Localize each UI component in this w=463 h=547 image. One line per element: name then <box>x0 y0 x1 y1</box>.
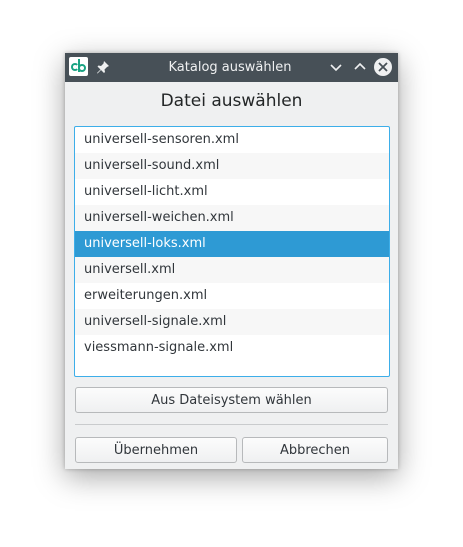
separator <box>75 424 388 425</box>
close-icon[interactable] <box>374 58 392 76</box>
list-item[interactable]: universell.xml <box>75 257 389 283</box>
file-list[interactable]: universell-sensoren.xml universell-sound… <box>74 126 390 377</box>
cancel-button[interactable]: Abbrechen <box>242 437 388 463</box>
window-title: Katalog auswählen <box>168 60 292 75</box>
dialog-window: Katalog auswählen Datei auswählen univer… <box>65 53 398 469</box>
list-item[interactable]: universell-sound.xml <box>75 153 389 179</box>
list-item[interactable]: universell-weichen.xml <box>75 205 389 231</box>
dialog-heading: Datei auswählen <box>160 91 303 111</box>
list-item-selected[interactable]: universell-loks.xml <box>75 231 389 257</box>
list-item[interactable]: universell-licht.xml <box>75 179 389 205</box>
list-item[interactable]: erweiterungen.xml <box>75 283 389 309</box>
list-item[interactable]: universell-sensoren.xml <box>75 127 389 153</box>
title-bar[interactable]: Katalog auswählen <box>65 53 398 82</box>
chevron-up-icon[interactable] <box>351 58 369 76</box>
list-item[interactable]: universell-signale.xml <box>75 309 389 335</box>
list-item[interactable]: viessmann-signale.xml <box>75 335 389 361</box>
choose-from-filesystem-button[interactable]: Aus Dateisystem wählen <box>75 387 388 413</box>
pin-icon[interactable] <box>95 59 111 75</box>
accept-button[interactable]: Übernehmen <box>75 437 237 463</box>
chevron-down-icon[interactable] <box>327 58 345 76</box>
app-logo-icon[interactable] <box>69 57 88 76</box>
